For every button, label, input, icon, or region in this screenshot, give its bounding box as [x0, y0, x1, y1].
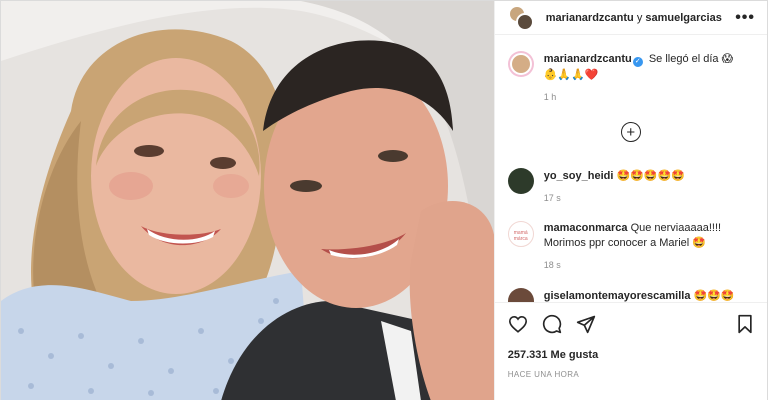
comment-row: giselamontemayorescamilla 🤩🤩🤩: [507, 288, 757, 302]
selfie-illustration: [1, 1, 494, 400]
caption-text: Se llegó el día: [648, 53, 719, 65]
comment-avatar[interactable]: [507, 288, 534, 302]
comment-body: yo_soy_heidi 🤩🤩🤩🤩🤩 17 s: [544, 168, 757, 206]
comment-body: giselamontemayorescamilla 🤩🤩🤩: [544, 288, 757, 302]
comment-avatar[interactable]: mamá márca: [507, 221, 534, 247]
comment-avatar[interactable]: [507, 168, 534, 194]
comment-body: mamaconmarca Que nerviaaaaa!!!! Morimos …: [544, 221, 757, 273]
send-icon[interactable]: [576, 314, 596, 334]
comment-username[interactable]: mamaconmarca: [544, 222, 628, 234]
comment-icon[interactable]: [542, 314, 562, 334]
comment-text: 🤩🤩🤩: [693, 289, 735, 302]
likes-count[interactable]: 257.331 Me gusta: [508, 349, 754, 361]
collab-avatar[interactable]: [507, 4, 536, 31]
comment-row: yo_soy_heidi 🤩🤩🤩🤩🤩 17 s: [507, 168, 757, 206]
caption-avatar[interactable]: [507, 51, 534, 77]
header-separator: y: [636, 11, 643, 24]
post-header: marianardzcantu y samuelgarcias •••: [494, 1, 767, 35]
post-timestamp[interactable]: HACE UNA HORA: [508, 370, 754, 379]
collab-usernames: marianardzcantu y samuelgarcias: [546, 12, 735, 24]
plus-circle-icon[interactable]: +: [620, 122, 641, 142]
comments-area[interactable]: marianardzcantu ✓ Se llegó el día 😱 👶🙏🙏❤️…: [495, 36, 767, 302]
post-actions: 257.331 Me gusta HACE UNA HORA: [494, 302, 767, 400]
comment-username[interactable]: giselamontemayorescamilla: [544, 290, 691, 302]
comment-username[interactable]: yo_soy_heidi: [544, 170, 614, 182]
post-photo[interactable]: [1, 1, 494, 400]
bookmark-icon[interactable]: [736, 314, 754, 334]
caption-time[interactable]: 1 h: [544, 90, 757, 105]
avatar: [515, 12, 534, 31]
caption-emoji-line: 👶🙏🙏❤️: [543, 68, 599, 81]
caption-emoji-end: 😱: [721, 52, 734, 65]
caption-row: marianardzcantu ✓ Se llegó el día 😱 👶🙏🙏❤️…: [507, 51, 757, 105]
comment-time[interactable]: 18 s: [544, 258, 757, 273]
caption-body: marianardzcantu ✓ Se llegó el día 😱 👶🙏🙏❤️…: [544, 51, 757, 105]
instagram-post-window: marianardzcantu y samuelgarcias ••• mari…: [0, 0, 768, 400]
comment-time[interactable]: 17 s: [544, 191, 757, 206]
caption-username[interactable]: marianardzcantu: [544, 53, 632, 65]
comment-row: mamá márca mamaconmarca Que nerviaaaaa!!!…: [507, 221, 757, 273]
action-icons: [508, 303, 754, 345]
more-horizontal-icon[interactable]: •••: [735, 9, 755, 27]
header-username-2[interactable]: samuelgarcias: [645, 12, 721, 24]
post-side-panel: marianardzcantu y samuelgarcias ••• mari…: [493, 1, 767, 400]
verified-badge-icon: ✓: [632, 57, 643, 67]
comment-text: 🤩🤩🤩🤩🤩: [616, 169, 685, 182]
heart-icon[interactable]: [508, 315, 528, 333]
header-username-1[interactable]: marianardzcantu: [546, 12, 634, 24]
